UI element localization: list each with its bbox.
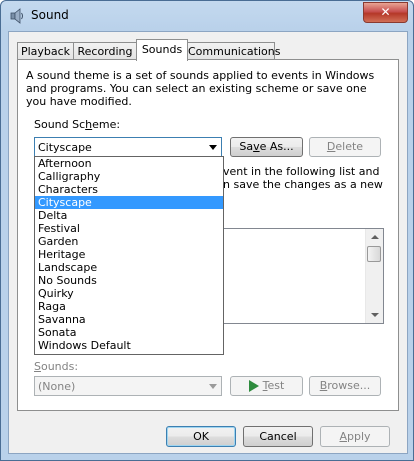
delete-button[interactable]: Delete	[309, 137, 381, 157]
sound-scheme-combobox[interactable]: Cityscape	[34, 137, 222, 157]
scheme-option[interactable]: Quirky	[35, 287, 223, 300]
scheme-option[interactable]: Afternoon	[35, 157, 223, 170]
scheme-option[interactable]: Sonata	[35, 326, 223, 339]
close-icon: ✕	[380, 5, 391, 19]
chevron-down-icon	[209, 145, 217, 150]
scheme-option[interactable]: Delta	[35, 209, 223, 222]
scheme-option[interactable]: No Sounds	[35, 274, 223, 287]
scheme-option[interactable]: Characters	[35, 183, 223, 196]
browse-button[interactable]: Browse...	[309, 376, 381, 396]
tab-recording[interactable]: Recording	[73, 42, 137, 60]
scheme-option-selected[interactable]: Cityscape	[35, 196, 223, 209]
ok-button[interactable]: OK	[166, 426, 236, 447]
sound-theme-description: A sound theme is a set of sounds applied…	[26, 69, 375, 108]
close-button[interactable]: ✕	[363, 2, 408, 23]
scheme-option[interactable]: Garden	[35, 235, 223, 248]
chevron-down-icon	[209, 384, 217, 389]
title-bar[interactable]: Sound ✕	[1, 1, 413, 31]
sounds-combobox[interactable]: (None)	[34, 376, 222, 396]
speaker-icon	[10, 8, 23, 24]
sound-scheme-dropdown-list[interactable]: Afternoon Calligraphy Characters Citysca…	[34, 156, 224, 355]
dialog-client-area: Playback Recording Sounds Communications…	[8, 31, 408, 454]
scheme-option[interactable]: Raga	[35, 300, 223, 313]
play-icon	[248, 380, 259, 392]
scheme-option[interactable]: Savanna	[35, 313, 223, 326]
scheme-option[interactable]: Landscape	[35, 261, 223, 274]
sound-dialog-window: Sound ✕ Playback Recording Sounds Commun…	[0, 0, 414, 461]
sounds-value: (None)	[38, 380, 76, 393]
events-list-scrollbar[interactable]	[365, 229, 383, 323]
save-as-button[interactable]: Save As...	[230, 137, 303, 157]
sound-scheme-value: Cityscape	[38, 141, 92, 154]
scroll-thumb[interactable]	[367, 246, 381, 262]
tab-communications[interactable]: Communications	[187, 42, 280, 60]
events-description-partial: vent in the following list and n save th…	[223, 165, 383, 191]
events-description-line2: n save the changes as a new	[223, 178, 383, 191]
scroll-up-arrow-icon[interactable]	[371, 235, 379, 239]
sound-scheme-label: Sound Scheme:	[34, 118, 121, 131]
events-description-line1: vent in the following list and	[223, 165, 380, 178]
scheme-option[interactable]: Heritage	[35, 248, 223, 261]
cancel-button[interactable]: Cancel	[243, 426, 313, 447]
apply-button[interactable]: Apply	[320, 426, 390, 447]
window-title: Sound	[31, 8, 69, 22]
scheme-option[interactable]: Windows Default	[35, 339, 223, 352]
scheme-option[interactable]: Calligraphy	[35, 170, 223, 183]
scheme-option[interactable]: Festival	[35, 222, 223, 235]
tab-playback[interactable]: Playback	[17, 42, 74, 60]
test-button[interactable]: Test	[230, 376, 303, 396]
sounds-label: Sounds:	[34, 360, 79, 373]
scroll-down-arrow-icon[interactable]	[371, 313, 379, 317]
tab-sounds[interactable]: Sounds	[136, 39, 188, 61]
